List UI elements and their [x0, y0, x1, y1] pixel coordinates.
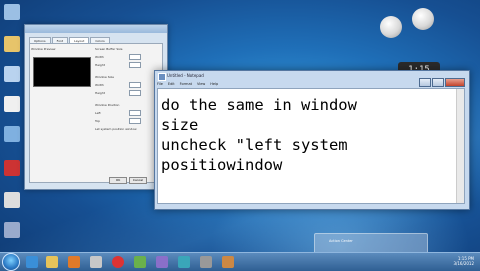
notepad-icon: [158, 73, 166, 81]
notepad-titlebar[interactable]: Untitled - Notepad: [155, 71, 469, 87]
recycle-bin-icon[interactable]: [4, 4, 20, 20]
app5-icon[interactable]: [178, 256, 190, 268]
media-icon[interactable]: [68, 256, 80, 268]
size-height-label: Height: [95, 91, 105, 95]
explorer-icon[interactable]: [46, 256, 58, 268]
app4-icon[interactable]: [156, 256, 168, 268]
menu-edit[interactable]: Edit: [168, 82, 175, 86]
size-width-label: Width: [95, 83, 104, 87]
gadget-ball-left[interactable]: [380, 16, 402, 38]
app2-icon[interactable]: [112, 256, 124, 268]
taskbar-clock[interactable]: 1:15 PM 3/16/2012: [453, 256, 474, 266]
size-width-field[interactable]: [129, 82, 141, 88]
document-icon[interactable]: [4, 96, 20, 112]
notepad-content[interactable]: do the same in window size uncheck "left…: [161, 95, 357, 175]
let-system-position-checkbox[interactable]: Let system position window: [95, 127, 137, 131]
position-left-field[interactable]: [129, 110, 141, 116]
shortcut-icon[interactable]: [4, 222, 20, 238]
minimize-button[interactable]: [419, 78, 431, 87]
buffer-width-label: Width: [95, 55, 104, 59]
notepad-title: Untitled - Notepad: [167, 73, 204, 78]
network-icon[interactable]: [4, 126, 20, 142]
buffer-group-label: Screen Buffer Size: [95, 47, 123, 51]
clock-date: 3/16/2012: [453, 261, 474, 266]
ie-icon[interactable]: [26, 256, 38, 268]
buffer-height-label: Height: [95, 63, 105, 67]
ok-button[interactable]: OK: [109, 177, 127, 184]
properties-titlebar[interactable]: [25, 25, 167, 33]
position-group-label: Window Position: [95, 103, 120, 107]
menu-file[interactable]: File: [157, 82, 163, 86]
notification-text: Action Center: [329, 239, 353, 243]
taskbar: 1:15 PM 3/16/2012: [0, 252, 480, 271]
position-top-label: Top: [95, 119, 101, 123]
gadget-ball-right[interactable]: [412, 8, 434, 30]
app7-icon[interactable]: [222, 256, 234, 268]
menu-view[interactable]: View: [197, 82, 205, 86]
notepad-window[interactable]: Untitled - Notepad File Edit Format View Hel…: [154, 70, 470, 210]
disc-icon[interactable]: [4, 192, 20, 208]
app1-icon[interactable]: [90, 256, 102, 268]
computer-icon[interactable]: [4, 66, 20, 82]
cancel-button[interactable]: Cancel: [129, 177, 147, 184]
vertical-scrollbar[interactable]: [456, 89, 464, 203]
size-height-field[interactable]: [129, 90, 141, 96]
notepad-text-area[interactable]: do the same in window size uncheck "left…: [157, 88, 465, 204]
position-top-field[interactable]: [129, 118, 141, 124]
start-button[interactable]: [2, 253, 20, 271]
maximize-button[interactable]: [432, 78, 444, 87]
folder-icon[interactable]: [4, 36, 20, 52]
preview-label: Window Preview: [31, 47, 56, 51]
notepad-menubar: File Edit Format View Help: [157, 82, 223, 86]
menu-help[interactable]: Help: [210, 82, 218, 86]
position-left-label: Left: [95, 111, 101, 115]
menu-format[interactable]: Format: [180, 82, 192, 86]
app3-icon[interactable]: [134, 256, 146, 268]
app6-icon[interactable]: [200, 256, 212, 268]
buffer-width-field[interactable]: [129, 54, 141, 60]
window-preview: [33, 57, 91, 87]
close-button[interactable]: [445, 78, 465, 87]
properties-window[interactable]: Options Font Layout Colors Window Preview S…: [24, 24, 168, 190]
size-group-label: Window Size: [95, 75, 114, 79]
app-icon[interactable]: [4, 160, 20, 176]
buffer-height-field[interactable]: [129, 62, 141, 68]
